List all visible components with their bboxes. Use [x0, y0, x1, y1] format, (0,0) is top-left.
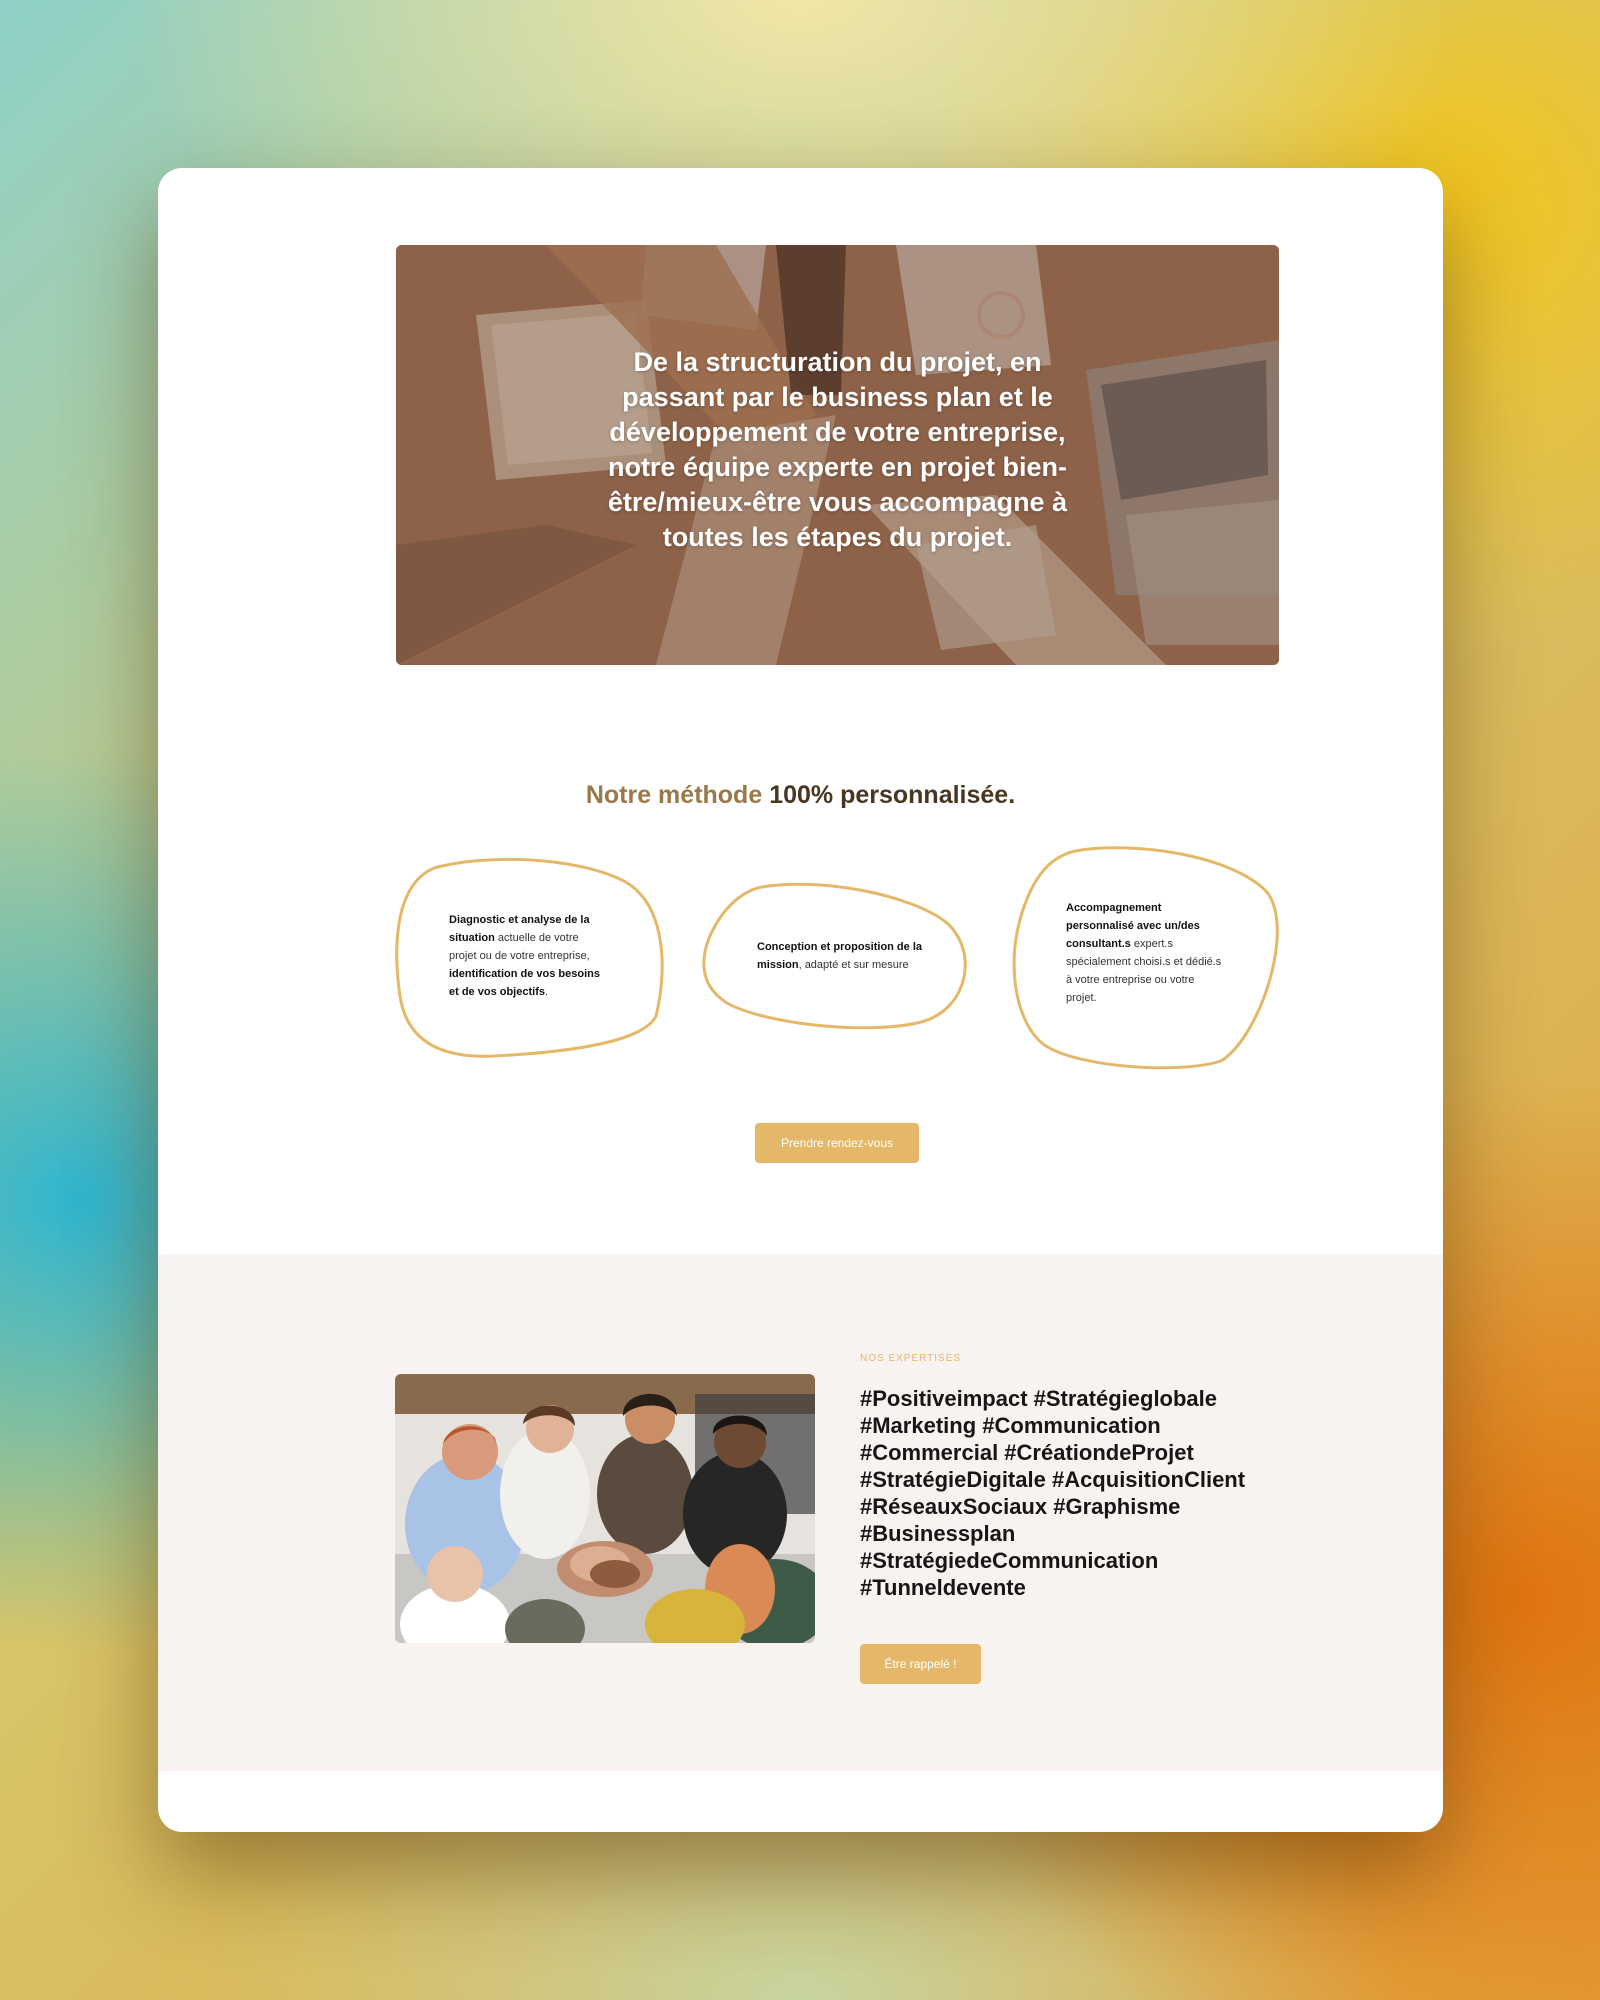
expertises-eyebrow: NOS EXPERTISES	[860, 1353, 962, 1364]
hero-headline: De la structuration du projet, en passan…	[607, 347, 1068, 552]
method-step-diagnostic: Diagnostic et analyse de la situation ac…	[394, 856, 664, 1058]
expertises-hashtags: #Positiveimpact #Stratégieglobale #Marke…	[860, 1385, 1290, 1601]
team-hands-photo	[395, 1374, 815, 1643]
page-card: De la structuration du projet, en passan…	[158, 168, 1443, 1832]
method-step-text: Diagnostic et analyse de la situation ac…	[449, 914, 600, 998]
method-step-text: Accompagnement personnalisé avec un/des …	[1066, 902, 1222, 1004]
team-photo-illustration	[395, 1374, 815, 1643]
hashtag-line: #Commercial #CréationdeProjet	[860, 1440, 1194, 1465]
hero-banner: De la structuration du projet, en passan…	[396, 245, 1279, 665]
method-title-rest: 100% personnalisée.	[769, 781, 1016, 809]
hashtag-line: #Tunneldevente	[860, 1575, 1026, 1600]
method-step-text: Conception et proposition de la mission,…	[757, 941, 922, 971]
method-title: Notre méthode 100% personnalisée.	[158, 781, 1443, 810]
book-appointment-button[interactable]: Prendre rendez-vous	[755, 1123, 919, 1163]
expertises-section: NOS EXPERTISES #Positiveimpact #Stratégi…	[158, 1254, 1443, 1771]
hashtag-line: #StratégieDigitale #AcquisitionClient	[860, 1467, 1246, 1492]
hashtag-line: #RéseauxSociaux #Graphisme	[860, 1494, 1181, 1519]
method-step-conception: Conception et proposition de la mission,…	[702, 882, 972, 1030]
hashtag-line: #Marketing #Communication	[860, 1413, 1161, 1438]
hashtag-line: #StratégiedeCommunication	[860, 1548, 1159, 1573]
hashtag-line: #Positiveimpact #Stratégieglobale	[860, 1386, 1218, 1411]
method-step-accompagnement: Accompagnement personnalisé avec un/des …	[1011, 846, 1281, 1070]
callback-button[interactable]: Être rappelé !	[860, 1644, 981, 1684]
method-title-highlight: Notre méthode	[585, 781, 763, 809]
hashtag-line: #Businessplan	[860, 1521, 1016, 1546]
